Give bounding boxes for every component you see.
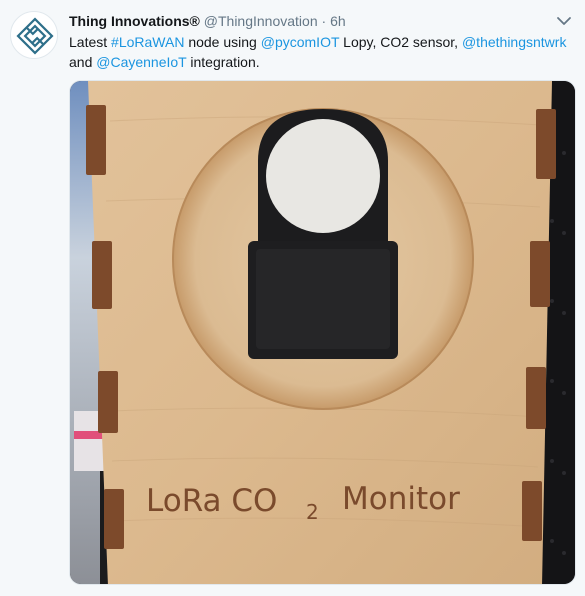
mention-link[interactable]: @CayenneIoT [96, 54, 186, 70]
tweet[interactable]: Thing Innovations® @ThingInnovation · 6h… [0, 0, 585, 596]
author-name[interactable]: Thing Innovations® [69, 13, 200, 29]
tweet-header: Thing Innovations® @ThingInnovation · 6h [69, 12, 545, 30]
tweet-text-part: node using [184, 34, 261, 50]
engraving-subscript: 2 [306, 500, 319, 524]
tweet-text-part: Latest [69, 34, 112, 50]
mention-link[interactable]: @pycomIOT [261, 34, 340, 50]
timestamp[interactable]: 6h [330, 13, 346, 29]
tweet-text-part: and [69, 54, 97, 70]
author-handle[interactable]: @ThingInnovation [204, 13, 318, 29]
lora-co2-monitor-photo: LoRa CO 2 Monitor [70, 81, 575, 584]
tweet-text-part: Lopy, CO2 sensor, [339, 34, 462, 50]
tweet-text-part: integration. [186, 54, 260, 70]
engraving-text: LoRa CO [146, 483, 277, 519]
thing-innovations-logo-icon [16, 17, 54, 55]
engraving-text: Monitor [342, 481, 460, 517]
separator-dot: · [321, 13, 327, 29]
mention-link[interactable]: @thethingsntwrk [462, 34, 566, 50]
tweet-text: Latest #LoRaWAN node using @pycomIOT Lop… [69, 32, 569, 72]
hashtag-link[interactable]: #LoRaWAN [111, 34, 184, 50]
tweet-photo[interactable]: LoRa CO 2 Monitor [69, 80, 576, 585]
chevron-down-icon[interactable] [555, 12, 573, 30]
avatar[interactable] [10, 11, 58, 59]
